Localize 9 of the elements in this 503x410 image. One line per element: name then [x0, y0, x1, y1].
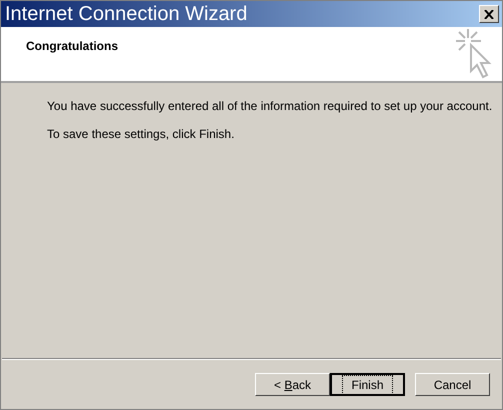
window-title: Internet Connection Wizard [5, 4, 248, 24]
close-icon [484, 10, 494, 18]
body-text: You have successfully entered all of the information required to set up your account. [47, 98, 494, 115]
header-title: Congratulations [26, 38, 118, 55]
wizard-button[interactable]: Cancel [415, 373, 490, 396]
wizard-button[interactable]: Finish [330, 373, 405, 396]
body-text: To save these settings, click Finish. [47, 126, 236, 143]
close-button[interactable] [479, 5, 499, 23]
wizard-button[interactable]: < Back [255, 373, 330, 396]
